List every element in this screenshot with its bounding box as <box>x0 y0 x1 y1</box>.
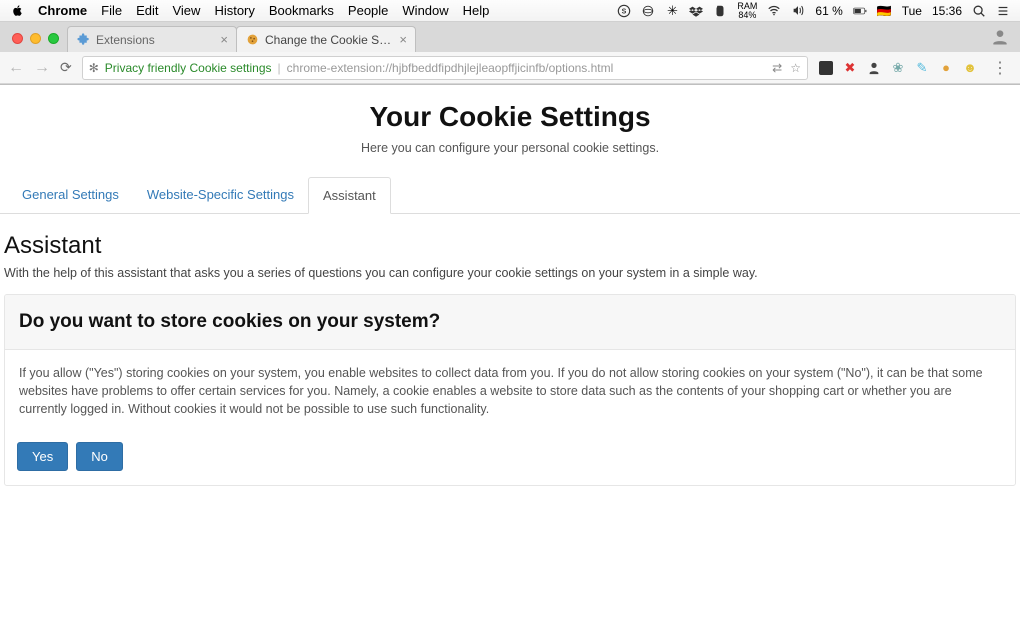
no-button[interactable]: No <box>76 442 123 471</box>
tab-website-specific-settings[interactable]: Website-Specific Settings <box>133 177 308 213</box>
apple-icon[interactable] <box>10 4 24 18</box>
tab-title: Change the Cookie Settings <box>265 33 393 47</box>
tab-strip: Extensions × Change the Cookie Settings … <box>0 22 1020 52</box>
menu-help[interactable]: Help <box>463 3 490 18</box>
ext-icon-7[interactable]: ☻ <box>962 60 978 76</box>
battery-percent: 61 % <box>815 4 842 18</box>
ext-icon-5[interactable]: ✎ <box>914 60 930 76</box>
bookmark-star-icon[interactable]: ☆ <box>790 61 801 75</box>
spotlight-icon[interactable] <box>972 4 986 18</box>
ext-icon-3[interactable] <box>866 60 882 76</box>
menu-file[interactable]: File <box>101 3 122 18</box>
ext-icon-6[interactable]: ● <box>938 60 954 76</box>
ext-icon-1[interactable] <box>818 60 834 76</box>
tab-title: Extensions <box>96 33 214 47</box>
ext-icon-4[interactable]: ❀ <box>890 60 906 76</box>
chrome-menu-icon[interactable]: ⋮ <box>988 58 1012 78</box>
page-subtitle: Here you can configure your personal coo… <box>0 141 1020 155</box>
input-source-flag[interactable]: 🇩🇪 <box>877 4 892 18</box>
browser-chrome: Extensions × Change the Cookie Settings … <box>0 22 1020 85</box>
section-heading: Assistant <box>4 232 1016 260</box>
browser-tab-cookie-settings[interactable]: Change the Cookie Settings × <box>236 26 416 52</box>
section-lead: With the help of this assistant that ask… <box>4 266 1016 280</box>
page-title: Your Cookie Settings <box>0 101 1020 133</box>
puzzle-icon <box>76 33 90 47</box>
svg-text:S: S <box>622 8 627 15</box>
tab-assistant[interactable]: Assistant <box>308 177 391 214</box>
mac-menubar: Chrome File Edit View History Bookmarks … <box>0 0 1020 22</box>
window-minimize-button[interactable] <box>30 33 41 44</box>
browser-tab-extensions[interactable]: Extensions × <box>67 26 237 52</box>
notification-center-icon[interactable] <box>996 4 1010 18</box>
url-text: chrome-extension://hjbfbeddfipdhjlejleao… <box>287 61 767 75</box>
wifi-icon[interactable] <box>767 4 781 18</box>
menubar-app-name[interactable]: Chrome <box>38 3 87 18</box>
extension-icons: ✖ ❀ ✎ ● ☻ <box>818 60 978 76</box>
question-panel: Do you want to store cookies on your sys… <box>4 294 1016 486</box>
volume-icon[interactable] <box>791 4 805 18</box>
profile-icon[interactable] <box>990 27 1010 47</box>
evernote-icon[interactable] <box>713 4 727 18</box>
istat-icon[interactable]: RAM84% <box>737 2 757 20</box>
close-icon[interactable]: × <box>399 32 407 47</box>
menu-history[interactable]: History <box>214 3 254 18</box>
window-zoom-button[interactable] <box>48 33 59 44</box>
address-bar[interactable]: ✻ Privacy friendly Cookie settings | chr… <box>82 56 808 80</box>
question-body: If you allow ("Yes") storing cookies on … <box>5 350 1015 432</box>
window-close-button[interactable] <box>12 33 23 44</box>
menu-edit[interactable]: Edit <box>136 3 158 18</box>
yes-button[interactable]: Yes <box>17 442 68 471</box>
reload-button[interactable]: ⟳ <box>60 59 72 76</box>
skype-icon[interactable]: S <box>617 4 631 18</box>
clock-day: Tue <box>902 4 922 18</box>
atom-icon[interactable] <box>641 4 655 18</box>
menu-bookmarks[interactable]: Bookmarks <box>269 3 334 18</box>
ext-icon-2[interactable]: ✖ <box>842 60 858 76</box>
menu-extras-icon[interactable]: ✳ <box>665 4 679 18</box>
tab-general-settings[interactable]: General Settings <box>8 177 133 213</box>
page-content: Your Cookie Settings Here you can config… <box>0 85 1020 496</box>
question-heading: Do you want to store cookies on your sys… <box>19 311 1001 333</box>
forward-button[interactable]: → <box>34 59 50 77</box>
menu-people[interactable]: People <box>348 3 388 18</box>
close-icon[interactable]: × <box>220 32 228 47</box>
settings-tabs: General Settings Website-Specific Settin… <box>0 177 1020 214</box>
menu-view[interactable]: View <box>172 3 200 18</box>
window-controls <box>6 33 67 52</box>
browser-toolbar: ← → ⟳ ✻ Privacy friendly Cookie settings… <box>0 52 1020 84</box>
site-identity-label: Privacy friendly Cookie settings <box>105 61 272 75</box>
site-info-icon[interactable]: ✻ <box>89 61 99 75</box>
clock-time: 15:36 <box>932 4 962 18</box>
back-button[interactable]: ← <box>8 59 24 77</box>
translate-icon[interactable]: ⇄ <box>772 61 782 75</box>
menu-window[interactable]: Window <box>402 3 448 18</box>
battery-icon[interactable] <box>853 4 867 18</box>
cookie-icon <box>245 33 259 47</box>
dropbox-icon[interactable] <box>689 4 703 18</box>
